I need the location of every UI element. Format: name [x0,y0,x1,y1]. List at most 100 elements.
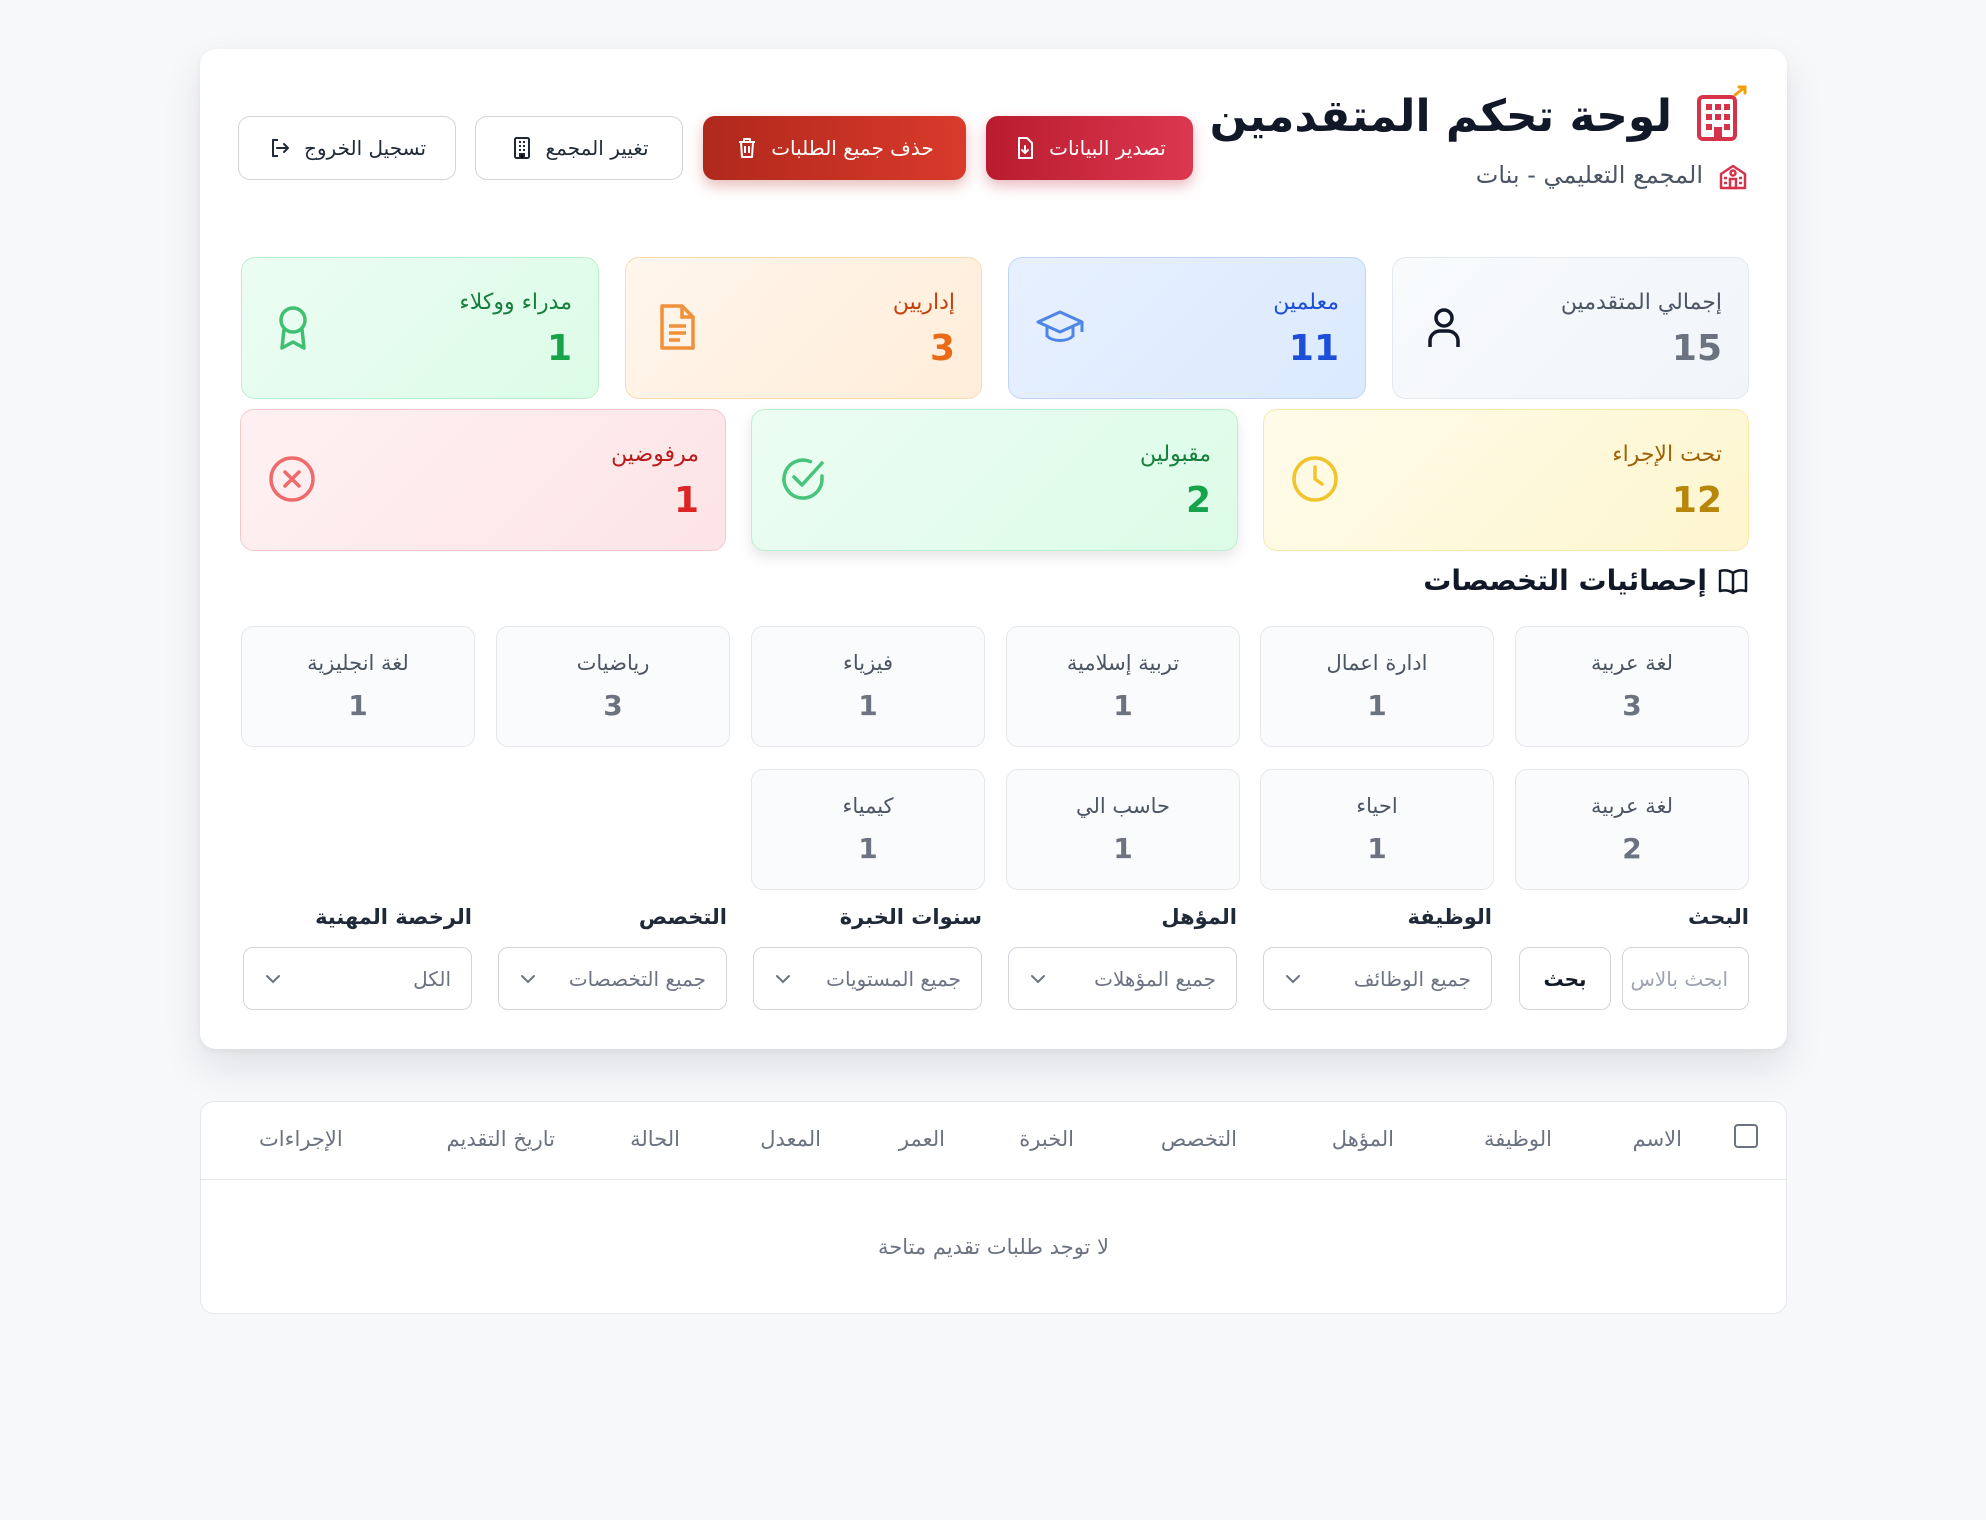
column-header-actions: الإجراءات [259,1127,343,1151]
stat-card-accepted: مقبولين 2 [751,409,1238,551]
job-filter-label: الوظيفة [1407,905,1492,929]
specializations-title-text: إحصائيات التخصصات [1423,564,1707,597]
stat-pending-label: تحت الإجراء [1612,442,1722,467]
column-header-gpa[interactable]: المعدل [760,1127,821,1151]
x-circle-icon [269,456,315,502]
spec-count: 1 [858,689,878,722]
search-input[interactable]: ابحث بالاس [1622,947,1749,1010]
spec-name: احياء [1356,794,1398,818]
stat-teachers-label: معلمين [1273,290,1339,315]
spec-item: لغة عربية 2 [1515,769,1749,890]
spec-count: 1 [1367,832,1387,865]
delete-all-button-label: حذف جميع الطلبات [771,136,934,160]
stat-admins-value: 3 [929,328,955,369]
column-header-status[interactable]: الحالة [630,1127,680,1151]
spec-count: 3 [1622,689,1642,722]
clock-icon [1292,456,1338,502]
table-header: الاسم الوظيفة المؤهل التخصص الخبرة العمر… [201,1102,1786,1180]
stat-card-total: إجمالي المتقدمين 15 [1392,257,1749,399]
license-select[interactable]: الكل [243,947,472,1010]
logout-button-label: تسجيل الخروج [303,136,427,160]
job-select[interactable]: جميع الوظائف [1263,947,1492,1010]
specializations-title: إحصائيات التخصصات [1423,564,1749,597]
chevron-down-icon [1286,975,1300,984]
qualification-filter-label: المؤهل [1161,905,1237,929]
spec-count: 3 [603,689,623,722]
logout-icon [271,139,289,157]
chevron-down-icon [1031,975,1045,984]
stat-accepted-label: مقبولين [1139,442,1211,467]
column-header-age[interactable]: العمر [899,1127,945,1151]
specialization-select-value: جميع التخصصات [568,967,706,991]
spec-name: تربية إسلامية [1066,651,1180,675]
export-data-button[interactable]: تصدير البيانات [986,116,1193,180]
spec-item: رياضيات 3 [496,626,730,747]
stat-pending-value: 12 [1671,480,1722,521]
experience-select-value: جميع المستويات [826,967,961,991]
spec-item: حاسب الي 1 [1006,769,1240,890]
spec-count: 1 [1367,689,1387,722]
spec-item: احياء 1 [1260,769,1494,890]
award-icon [279,306,307,350]
chevron-down-icon [521,975,535,984]
column-header-specialization[interactable]: التخصص [1161,1127,1237,1151]
column-header-apply-date[interactable]: تاريخ التقديم [447,1127,556,1151]
building-logo-icon [1697,85,1747,141]
change-complex-button-label: تغيير المجمع [545,136,649,160]
specialization-select[interactable]: جميع التخصصات [498,947,727,1010]
dashboard-panel: لوحة تحكم المتقدمين المجمع التعليمي - بن… [200,49,1787,1049]
search-label: البحث [1687,905,1749,929]
spec-item: ادارة اعمال 1 [1260,626,1494,747]
specialization-filter-label: التخصص [638,905,727,929]
experience-select[interactable]: جميع المستويات [753,947,982,1010]
chevron-down-icon [776,975,790,984]
graduation-cap-icon [1036,310,1084,342]
delete-all-button[interactable]: حذف جميع الطلبات [703,116,966,180]
logout-button[interactable]: تسجيل الخروج [238,116,456,180]
spec-item: فيزياء 1 [751,626,985,747]
spec-name: لغة انجليزية [307,651,409,675]
stat-rejected-label: مرفوضين [611,442,699,467]
user-icon [1428,308,1460,347]
book-open-icon [1718,568,1748,594]
stat-accepted-value: 2 [1185,480,1211,521]
qualification-select[interactable]: جميع المؤهلات [1008,947,1237,1010]
spec-count: 1 [1113,689,1133,722]
trash-icon [739,138,756,158]
stat-teachers-value: 11 [1288,328,1339,369]
stat-card-pending: تحت الإجراء 12 [1263,409,1749,551]
stat-rejected-value: 1 [673,480,699,521]
select-all-checkbox[interactable] [1734,1124,1758,1148]
column-header-job[interactable]: الوظيفة [1484,1127,1552,1151]
stat-managers-label: مدراء ووكلاء [459,290,572,315]
spec-name: لغة عربية [1590,651,1674,675]
check-circle-icon [782,458,824,500]
page-subtitle: المجمع التعليمي - بنات [1475,161,1703,189]
spec-item: لغة انجليزية 1 [241,626,475,747]
experience-filter-label: سنوات الخبرة [839,905,982,929]
building-icon [513,137,530,159]
spec-count: 1 [348,689,368,722]
chevron-down-icon [266,975,280,984]
qualification-select-value: جميع المؤهلات [1094,967,1216,991]
document-icon [660,304,695,350]
column-header-name[interactable]: الاسم [1633,1127,1682,1151]
page-title: لوحة تحكم المتقدمين [1209,91,1672,142]
spec-name: رياضيات [576,651,650,675]
stat-total-value: 15 [1671,328,1722,369]
spec-count: 1 [858,832,878,865]
change-complex-button[interactable]: تغيير المجمع [475,116,683,180]
license-select-value: الكل [413,967,451,991]
spec-name: ادارة اعمال [1326,651,1428,675]
school-icon [1719,164,1747,190]
search-button[interactable]: بحث [1519,947,1611,1010]
job-select-value: جميع الوظائف [1353,967,1471,991]
column-header-experience[interactable]: الخبرة [1019,1127,1074,1151]
applicants-table: الاسم الوظيفة المؤهل التخصص الخبرة العمر… [200,1101,1787,1314]
spec-name: فيزياء [842,651,894,675]
column-header-qualification[interactable]: المؤهل [1332,1127,1394,1151]
stat-card-admins: إداريين 3 [625,257,982,399]
spec-name: حاسب الي [1075,794,1170,818]
stat-card-teachers: معلمين 11 [1008,257,1366,399]
stat-total-label: إجمالي المتقدمين [1560,290,1722,315]
